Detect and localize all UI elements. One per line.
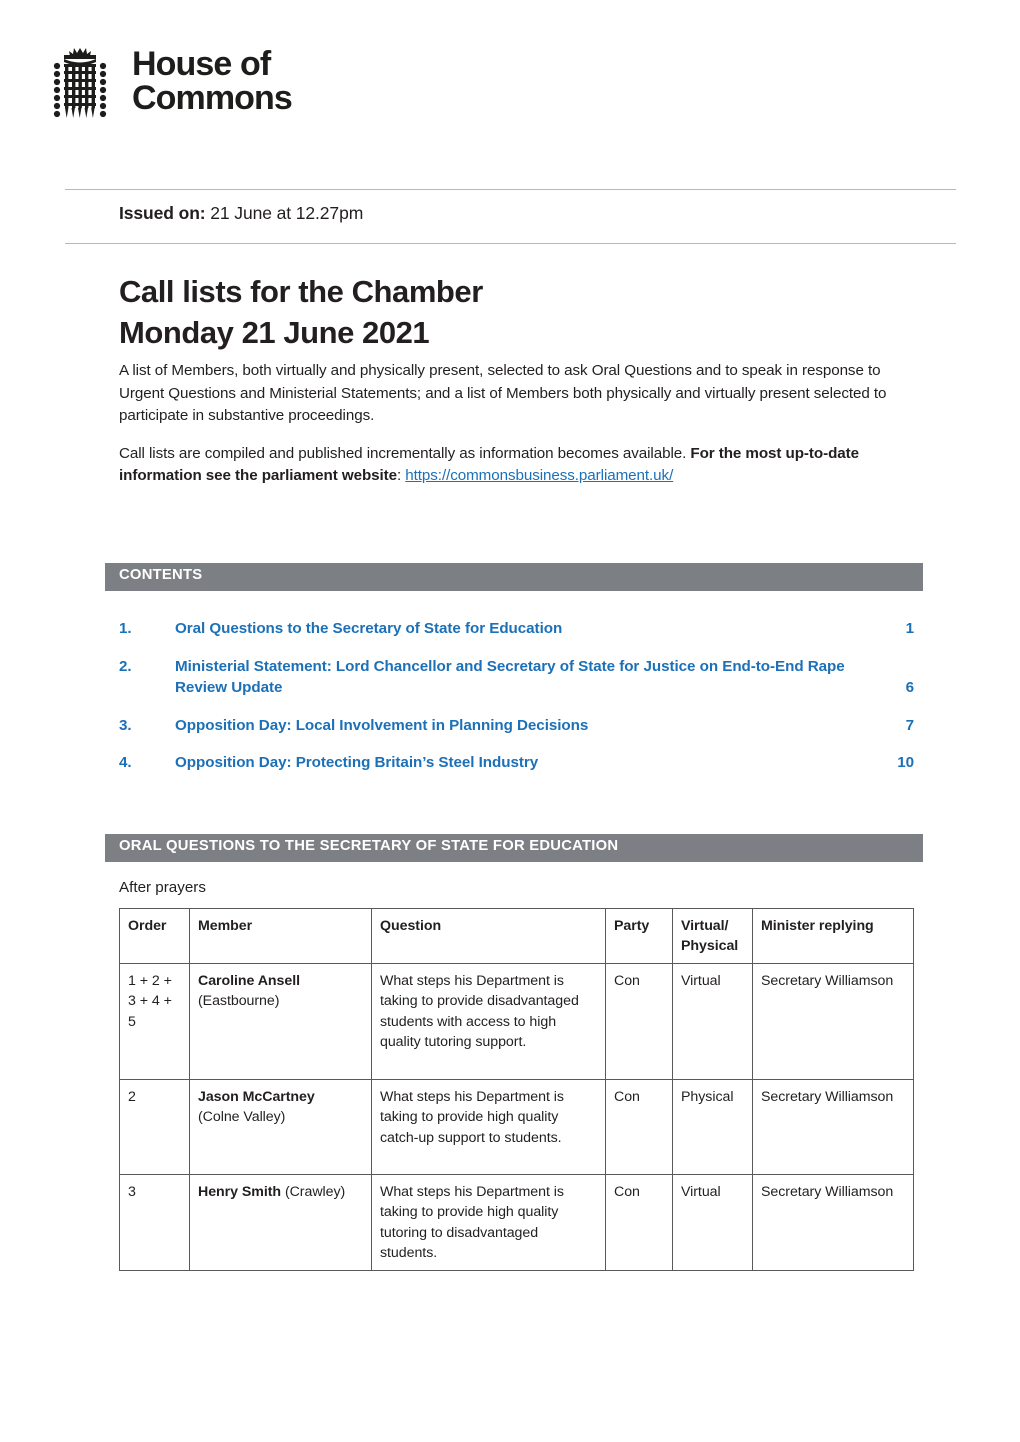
toc-page-number: 6 bbox=[905, 679, 914, 697]
toc-label[interactable]: Ministerial Statement: Lord Chancellor a… bbox=[175, 656, 872, 699]
cell-virtual-physical: Virtual bbox=[672, 963, 753, 1081]
table-header-row: Order Member Question Party Virtual/ Phy… bbox=[119, 907, 914, 965]
table-of-contents: 1. Oral Questions to the Secretary of St… bbox=[119, 618, 914, 790]
member-constituency: (Colne Valley) bbox=[198, 1109, 286, 1126]
section-bar-label: ORAL QUESTIONS TO THE SECRETARY OF STATE… bbox=[119, 838, 619, 854]
issued-on-value: 21 June at 12.27pm bbox=[205, 203, 364, 223]
member-name: Caroline Ansell bbox=[198, 973, 301, 990]
cell-question: What steps his Department is taking to p… bbox=[371, 1174, 606, 1271]
member-constituency: (Eastbourne) bbox=[198, 993, 280, 1010]
portcullis-icon bbox=[53, 48, 107, 118]
table-row: 1 + 2 + 3 + 4 + 5 Caroline Ansell (Eastbo… bbox=[119, 963, 914, 1081]
toc-number: 3. bbox=[119, 716, 132, 734]
table-row: 2 Jason McCartney (Colne Valley) What ste… bbox=[119, 1079, 914, 1176]
toc-number: 1. bbox=[119, 620, 132, 637]
cell-member: Jason McCartney (Colne Valley) bbox=[189, 1079, 372, 1176]
cell-order: 1 + 2 + 3 + 4 + 5 bbox=[119, 963, 190, 1081]
wordmark-house-of-commons: House of Commons bbox=[132, 45, 293, 117]
member-constituency: (Crawley) bbox=[284, 1184, 346, 1201]
column-header-minister: Minister replying bbox=[752, 907, 914, 965]
call-list-table: Order Member Question Party Virtual/ Phy… bbox=[119, 907, 914, 1271]
column-header-order: Order bbox=[119, 907, 190, 965]
masthead: House of Commons bbox=[44, 45, 293, 124]
toc-label[interactable]: Opposition Day: Protecting Britain’s Ste… bbox=[175, 752, 872, 774]
cell-member: Henry Smith (Crawley) bbox=[189, 1174, 372, 1271]
intro-p2-plain: Call lists are compiled and published in… bbox=[119, 444, 691, 462]
toc-page-number: 1 bbox=[905, 620, 914, 637]
cell-question: What steps his Department is taking to p… bbox=[371, 1079, 606, 1176]
toc-label[interactable]: Oral Questions to the Secretary of State… bbox=[175, 618, 872, 640]
cell-member: Caroline Ansell (Eastbourne) bbox=[189, 963, 372, 1081]
intro-paragraph-1: A list of Members, both virtually and ph… bbox=[119, 362, 887, 424]
after-prayers-note: After prayers bbox=[119, 879, 206, 896]
toc-page-number: 7 bbox=[905, 716, 914, 734]
cell-question: What steps his Department is taking to p… bbox=[371, 963, 606, 1081]
member-name: Henry Smith bbox=[198, 1184, 282, 1201]
cell-party: Con bbox=[605, 963, 673, 1081]
column-header-question: Question bbox=[371, 907, 606, 965]
contents-bar-label: CONTENTS bbox=[119, 567, 203, 583]
issued-on-label: Issued on: bbox=[119, 203, 206, 223]
cell-minister: Secretary Williamson bbox=[752, 1079, 914, 1176]
toc-number: 2. bbox=[119, 657, 132, 675]
cell-minister: Secretary Williamson bbox=[752, 963, 914, 1081]
column-header-virtual-physical: Virtual/ Physical bbox=[672, 907, 753, 965]
intro-block: A list of Members, both virtually and ph… bbox=[119, 360, 909, 488]
cell-party: Con bbox=[605, 1174, 673, 1271]
cell-order: 3 bbox=[119, 1174, 190, 1271]
table-row: 3 Henry Smith (Crawley) What steps his D… bbox=[119, 1174, 914, 1271]
oral-questions-section-bar: ORAL QUESTIONS TO THE SECRETARY OF STATE… bbox=[105, 834, 923, 862]
toc-label[interactable]: Opposition Day: Local Involvement in Pla… bbox=[175, 715, 872, 737]
cell-order: 2 bbox=[119, 1079, 190, 1176]
toc-item-4[interactable]: 4. Opposition Day: Protecting Britain’s … bbox=[119, 752, 914, 774]
contents-section-bar: CONTENTS bbox=[105, 563, 923, 591]
toc-item-3[interactable]: 3. Opposition Day: Local Involvement in … bbox=[119, 715, 914, 737]
divider-top bbox=[65, 189, 956, 190]
cell-party: Con bbox=[605, 1079, 673, 1176]
toc-item-1[interactable]: 1. Oral Questions to the Secretary of St… bbox=[119, 618, 914, 640]
cell-minister: Secretary Williamson bbox=[752, 1174, 914, 1271]
intro-paragraph-2: Call lists are compiled and published in… bbox=[119, 443, 909, 488]
column-header-party: Party bbox=[605, 907, 673, 965]
column-header-member: Member bbox=[189, 907, 372, 965]
parliament-website-link[interactable]: https://commonsbusiness.parliament.uk/ bbox=[405, 467, 673, 484]
page-title: Call lists for the Chamber Monday 21 Jun… bbox=[119, 274, 483, 350]
cell-virtual-physical: Virtual bbox=[672, 1174, 753, 1271]
member-name: Jason McCartney bbox=[198, 1089, 315, 1106]
cell-virtual-physical: Physical bbox=[672, 1079, 753, 1176]
divider-bottom bbox=[65, 243, 956, 244]
toc-number: 4. bbox=[119, 754, 132, 772]
issued-on-line: Issued on: 21 June at 12.27pm bbox=[119, 203, 363, 224]
toc-page-number: 10 bbox=[897, 754, 914, 772]
toc-item-2[interactable]: 2. Ministerial Statement: Lord Chancello… bbox=[119, 656, 914, 699]
